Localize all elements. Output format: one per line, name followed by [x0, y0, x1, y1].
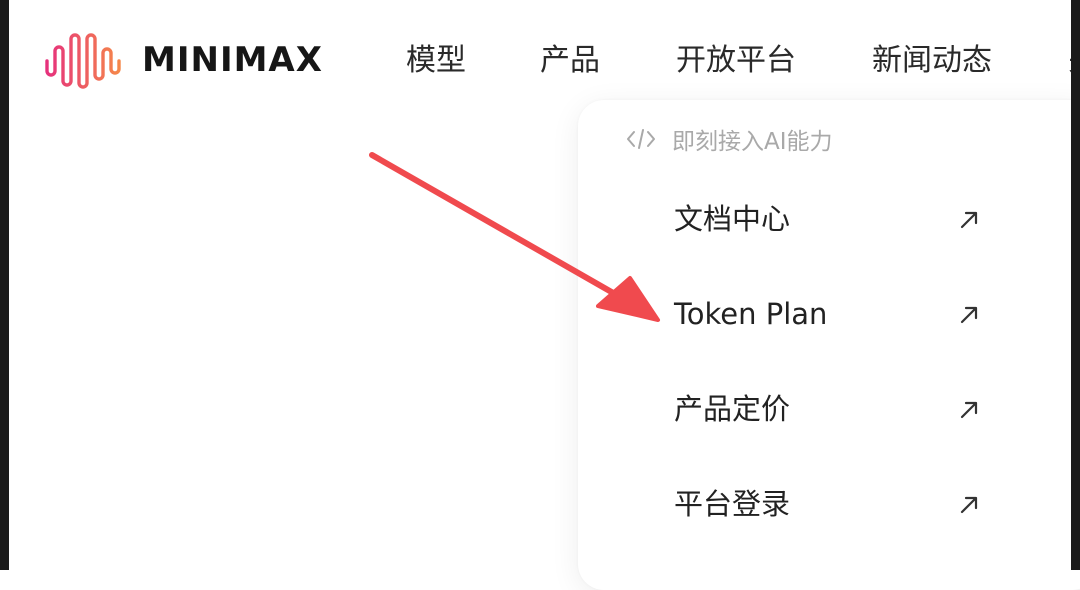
brand-name: MINIMAX	[142, 40, 323, 80]
external-link-arrow-icon	[960, 401, 978, 419]
dropdown-item-label: 产品定价	[674, 392, 791, 426]
external-link-arrow-icon	[960, 211, 978, 229]
dropdown-item-pricing[interactable]: 产品定价	[674, 379, 994, 439]
waveform-logo-icon	[45, 33, 121, 89]
nav-item-products[interactable]: 产品	[540, 36, 600, 86]
nav-item-open-platform[interactable]: 开放平台	[676, 36, 796, 86]
external-link-arrow-icon	[960, 496, 978, 514]
dropdown-item-label: Token Plan	[674, 297, 828, 331]
dropdown-item-label: 文档中心	[674, 202, 791, 236]
external-link-arrow-icon	[960, 306, 978, 324]
dropdown-header-label: 即刻接入AI能力	[672, 129, 833, 155]
screen-edge-right	[1071, 0, 1080, 570]
nav-item-models[interactable]: 模型	[406, 36, 466, 86]
dropdown-item-token-plan[interactable]: Token Plan	[674, 284, 994, 344]
dropdown-item-docs-center[interactable]: 文档中心	[674, 189, 994, 249]
brand-logo[interactable]: MINIMAX	[44, 30, 323, 90]
dropdown-item-platform-login[interactable]: 平台登录	[674, 474, 994, 534]
code-brackets-icon	[627, 129, 655, 149]
open-platform-dropdown: 即刻接入AI能力 文档中心 Token Plan 产品定价 平台登录	[578, 100, 1080, 590]
dropdown-header: 即刻接入AI能力	[626, 122, 833, 156]
dropdown-item-label: 平台登录	[674, 487, 791, 521]
nav-item-news[interactable]: 新闻动态	[872, 36, 992, 86]
screen-edge-left	[0, 0, 9, 570]
